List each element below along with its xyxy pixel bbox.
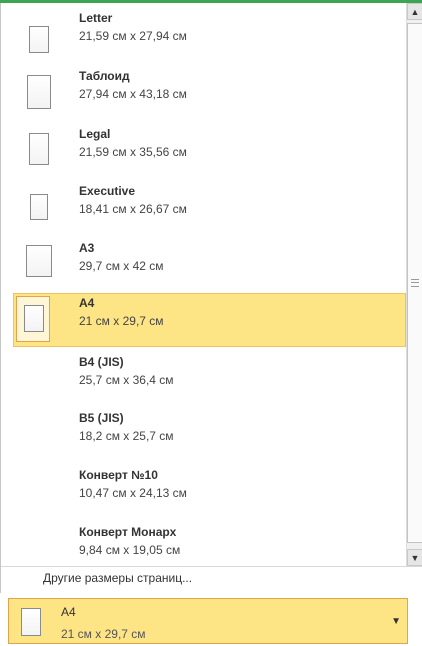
scroll-up-arrow-icon[interactable]: ▲ — [407, 3, 422, 20]
current-page-size-name: A4 — [61, 605, 76, 619]
page-size-dropdown: Letter 21,59 см x 27,94 см Таблоид 27,94… — [0, 3, 422, 593]
page-size-name: A3 — [79, 241, 95, 255]
scroll-down-arrow-icon[interactable]: ▼ — [407, 549, 422, 566]
page-icon — [27, 75, 51, 109]
list-item-tabloid[interactable]: Таблоид 27,94 см x 43,18 см — [9, 69, 406, 125]
page-size-dimensions: 25,7 см x 36,4 см — [79, 373, 174, 387]
page-size-name: Letter — [79, 11, 113, 25]
page-icon — [26, 245, 52, 277]
list-item-b5-jis[interactable]: B5 (JIS) 18,2 см x 25,7 см — [9, 411, 406, 467]
page-size-dimensions: 10,47 см x 24,13 см — [79, 486, 187, 500]
page-size-list: Letter 21,59 см x 27,94 см Таблоид 27,94… — [1, 3, 406, 566]
page-size-dimensions: 18,2 см x 25,7 см — [79, 429, 174, 443]
list-item-a3[interactable]: A3 29,7 см x 42 см — [9, 241, 406, 297]
page-icon — [30, 194, 48, 220]
current-page-size-dimensions: 21 см x 29,7 см — [61, 627, 146, 641]
page-size-name: Legal — [79, 127, 111, 141]
page-size-name: B5 (JIS) — [79, 411, 124, 425]
list-item-a4-selected[interactable]: A4 21 см x 29,7 см — [13, 293, 406, 347]
page-size-dimensions: 21,59 см x 27,94 см — [79, 29, 187, 43]
list-item-envelope-monarch[interactable]: Конверт Монарх 9,84 см x 19,05 см — [9, 525, 406, 566]
page-size-dimensions: 29,7 см x 42 см — [79, 259, 164, 273]
page-icon — [29, 133, 49, 165]
page-size-dimensions: 21 см x 29,7 см — [79, 314, 164, 328]
list-item-letter[interactable]: Letter 21,59 см x 27,94 см — [9, 11, 406, 67]
page-size-name: Конверт №10 — [79, 468, 158, 482]
page-icon — [21, 608, 41, 636]
list-item-legal[interactable]: Legal 21,59 см x 35,56 см — [9, 127, 406, 183]
page-size-name: Executive — [79, 184, 136, 198]
page-size-name: Таблоид — [79, 69, 130, 83]
more-page-sizes-link[interactable]: Другие размеры страниц... — [43, 571, 192, 585]
page-size-combo[interactable]: A4 21 см x 29,7 см ▼ — [8, 598, 408, 644]
page-size-dimensions: 9,84 см x 19,05 см — [79, 543, 181, 557]
page-size-name: A4 — [79, 296, 95, 310]
page-size-name: Конверт Монарх — [79, 525, 177, 539]
page-icon — [24, 305, 44, 332]
page-size-dimensions: 27,94 см x 43,18 см — [79, 87, 187, 101]
scrollbar-grip-icon — [411, 279, 419, 287]
list-item-envelope-10[interactable]: Конверт №10 10,47 см x 24,13 см — [9, 468, 406, 524]
selected-icon-frame — [16, 296, 50, 342]
page-size-dimensions: 21,59 см x 35,56 см — [79, 145, 187, 159]
page-size-name: B4 (JIS) — [79, 355, 124, 369]
vertical-scrollbar[interactable]: ▲ ▼ — [406, 3, 422, 566]
page-size-dimensions: 18,41 см x 26,67 см — [79, 202, 187, 216]
list-item-executive[interactable]: Executive 18,41 см x 26,67 см — [9, 184, 406, 240]
scrollbar-thumb[interactable] — [407, 23, 422, 543]
page-icon — [29, 26, 49, 53]
chevron-down-icon[interactable]: ▼ — [391, 616, 401, 627]
divider — [1, 566, 422, 567]
list-item-b4-jis[interactable]: B4 (JIS) 25,7 см x 36,4 см — [9, 355, 406, 411]
